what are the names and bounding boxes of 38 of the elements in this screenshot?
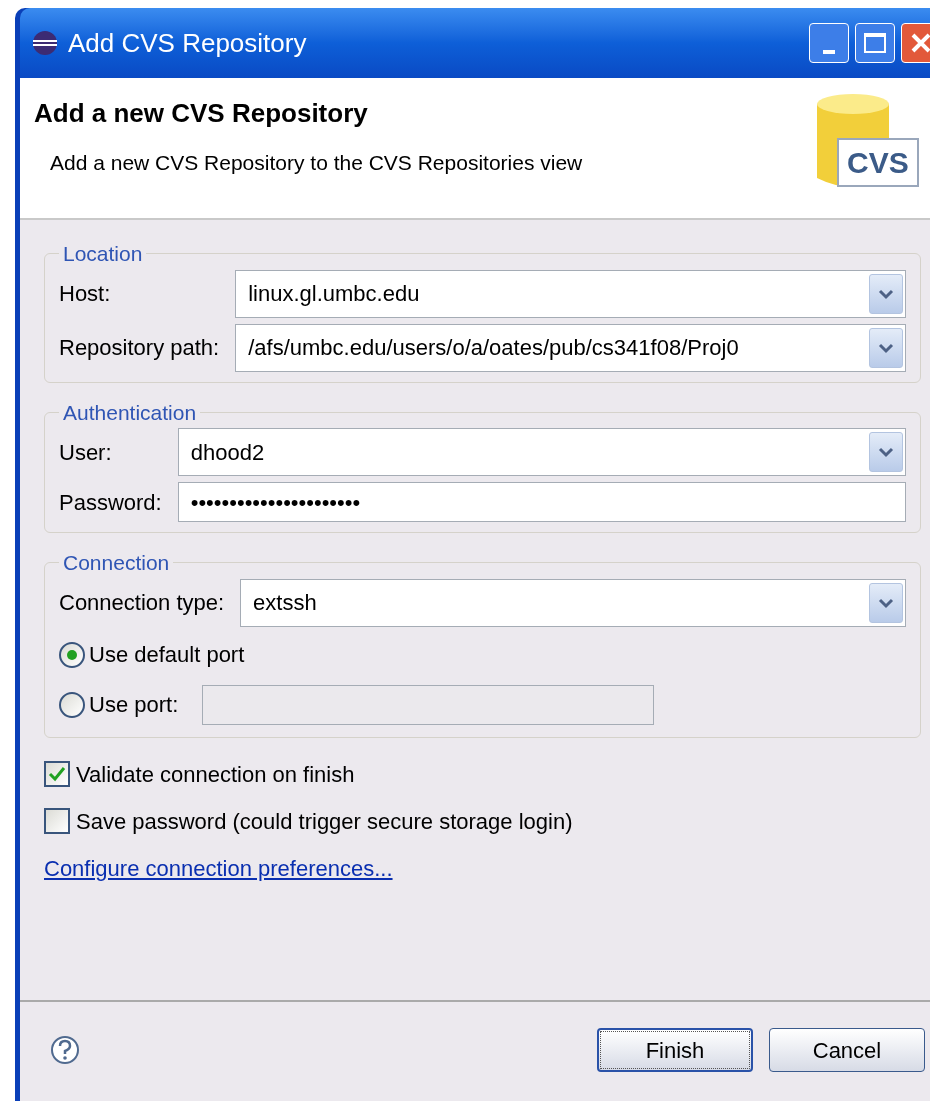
eclipse-icon <box>32 30 58 56</box>
combo-field[interactable]: linux.gl.umbc.edu <box>235 269 906 318</box>
field-value: dhood2 <box>190 438 266 467</box>
combo-field[interactable]: dhood2 <box>177 428 906 476</box>
radio-label: Use default port <box>89 641 245 669</box>
field-label: Repository path: <box>59 334 221 362</box>
minimize-icon[interactable] <box>809 23 849 63</box>
field-label: Host: <box>59 280 112 308</box>
field-label: Password: <box>59 488 163 517</box>
combo-field[interactable]: extssh <box>240 578 906 627</box>
page-title: Add a new CVS Repository <box>34 97 369 130</box>
radio-label: Use port: <box>89 691 179 719</box>
password-field[interactable]: •••••••••••••••••••••• <box>177 482 906 522</box>
maximize-icon[interactable] <box>855 23 895 63</box>
field-label: Connection type: <box>59 589 226 617</box>
radio-button[interactable] <box>59 641 85 668</box>
checkbox-label: Save password (could trigger secure storage login) <box>76 807 573 836</box>
group-title: Connection <box>62 550 171 576</box>
close-icon[interactable] <box>901 23 930 63</box>
preferences-link[interactable]: Configure connection preferences... <box>44 851 393 885</box>
group-title: Location <box>62 241 144 267</box>
field-value: extssh <box>253 589 318 617</box>
cvs-badge: CVS <box>837 138 919 187</box>
group-title: Authentication <box>62 399 198 426</box>
field-label: User: <box>59 438 113 467</box>
field-value: •••••••••••••••••••••• <box>190 488 361 517</box>
dialog-button[interactable]: Finish <box>597 1028 753 1072</box>
field-value: linux.gl.umbc.edu <box>248 280 421 308</box>
combo-field[interactable]: /afs/umbc.edu/users/o/a/oates/pub/cs341f08/Proj0 <box>235 323 906 372</box>
page-description: Add a new CVS Repository to the CVS Repositories view <box>49 150 584 176</box>
checkbox-label: Validate connection on finish <box>76 760 355 789</box>
checkmark-icon <box>48 766 66 782</box>
help-icon[interactable] <box>50 1035 80 1065</box>
dialog-button[interactable]: Cancel <box>769 1028 925 1072</box>
window-title: Add CVS Repository <box>68 26 308 60</box>
field-value: /afs/umbc.edu/users/o/a/oates/pub/cs341f08/Proj0 <box>248 334 740 362</box>
checkbox[interactable] <box>44 761 70 787</box>
checkbox[interactable] <box>44 808 70 834</box>
